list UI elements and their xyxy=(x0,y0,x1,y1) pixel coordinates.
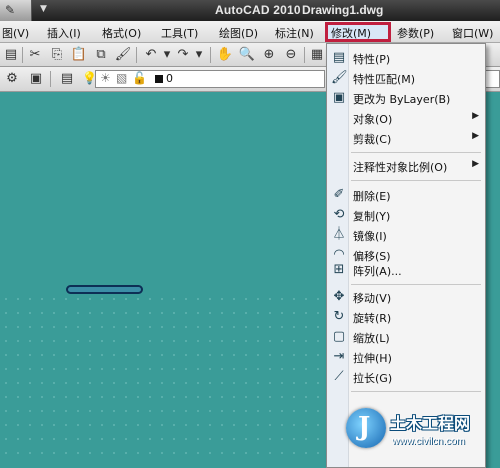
toolbar-divider xyxy=(50,71,51,87)
menu-separator xyxy=(351,284,481,285)
menu-item-clip[interactable]: 剪裁(C) ▶ xyxy=(327,128,485,148)
erase-icon: ✐ xyxy=(333,187,345,202)
menu-draw[interactable]: 绘图(D) xyxy=(219,25,258,41)
menu-item-annotative-scale[interactable]: 注释性对象比例(O) ▶ xyxy=(327,156,485,176)
quick-access-dropdown-icon[interactable]: ▼ xyxy=(40,4,47,14)
cut-icon[interactable]: ✂ xyxy=(26,46,44,64)
menu-item-object[interactable]: 对象(O) ▶ xyxy=(327,108,485,128)
menu-separator xyxy=(351,180,481,181)
menu-item-stretch[interactable]: ⇥ 拉伸(H) xyxy=(327,347,485,367)
document-name: Drawing1.dwg xyxy=(302,3,384,17)
menu-tools[interactable]: 工具(T) xyxy=(161,25,198,41)
menu-item-label: 对象(O) xyxy=(353,113,393,126)
bylayer-icon: ▣ xyxy=(332,90,346,105)
title-bar: ✎ ▼ AutoCAD 2010 Drawing1.dwg xyxy=(0,0,500,21)
toolbar-divider xyxy=(22,47,23,63)
toolbar-divider xyxy=(136,47,137,63)
menu-item-erase[interactable]: ✐ 删除(E) xyxy=(327,185,485,205)
menu-window[interactable]: 窗口(W) xyxy=(452,25,493,41)
submenu-arrow-icon: ▶ xyxy=(472,131,479,141)
scale-icon: ▢ xyxy=(332,329,346,344)
menu-format[interactable]: 格式(O) xyxy=(102,25,141,41)
app-title: AutoCAD 2010 xyxy=(215,3,301,17)
menu-item-label: 剪裁(C) xyxy=(353,133,392,146)
menu-item-label: 缩放(L) xyxy=(353,332,390,345)
menu-view[interactable]: 图(V) xyxy=(2,25,29,41)
move-icon: ✥ xyxy=(333,289,345,304)
menu-item-label: 更改为 ByLayer(B) xyxy=(353,93,451,106)
redo-dropdown-icon[interactable]: ▾ xyxy=(190,46,208,64)
menu-item-label: 特性(P) xyxy=(353,53,391,66)
layer-name: 0 xyxy=(166,72,173,85)
menu-insert[interactable]: 插入(I) xyxy=(47,25,81,41)
menu-item-label: 镜像(I) xyxy=(353,230,387,243)
paste-icon[interactable]: 📋 xyxy=(70,46,88,64)
menu-item-label: 阵列(A)... xyxy=(353,265,402,278)
menu-item-label: 特性匹配(M) xyxy=(353,73,416,86)
properties-icon: ▤ xyxy=(332,50,346,65)
menu-item-label: 拉长(G) xyxy=(353,372,393,385)
menu-item-copy[interactable]: ⟲ 复制(Y) xyxy=(327,205,485,225)
zoom-window-icon[interactable]: ⊕ xyxy=(260,46,278,64)
menu-item-label: 注释性对象比例(O) xyxy=(353,161,448,174)
menu-item-move[interactable]: ✥ 移动(V) xyxy=(327,287,485,307)
watermark-name: 土木工程网 xyxy=(390,414,471,433)
menu-item-scale[interactable]: ▢ 缩放(L) xyxy=(327,327,485,347)
mirror-icon: ⏃ xyxy=(332,227,346,242)
viewport-freeze-icon: ▧ xyxy=(116,71,128,85)
submenu-arrow-icon: ▶ xyxy=(472,111,479,121)
menu-parametric[interactable]: 参数(P) xyxy=(397,25,434,41)
menu-item-label: 复制(Y) xyxy=(353,210,391,223)
menu-item-array[interactable]: ⊞ 阵列(A)... xyxy=(327,260,485,280)
rotate-icon: ↻ xyxy=(333,309,345,324)
menu-separator xyxy=(351,152,481,153)
menu-item-label: 旋转(R) xyxy=(353,312,392,325)
menu-separator xyxy=(351,391,481,392)
menu-item-change-to-bylayer[interactable]: ▣ 更改为 ByLayer(B) xyxy=(327,88,485,108)
copy-icon: ⟲ xyxy=(333,207,345,222)
lock-icon: 🔓 xyxy=(132,71,147,85)
layer-previous-icon[interactable]: ▤ xyxy=(58,70,76,88)
menu-item-properties[interactable]: ▤ 特性(P) xyxy=(327,48,485,68)
lengthen-icon: ⟋ xyxy=(334,369,344,384)
watermark-url: www.civilcn.com xyxy=(392,436,465,447)
menu-modify[interactable]: 修改(M) xyxy=(331,25,371,41)
pan-icon[interactable]: ✋ xyxy=(216,46,234,64)
properties-toolbar-icon[interactable]: ▦ xyxy=(308,46,326,64)
layer-manager-icon[interactable]: ⚙ xyxy=(3,70,21,88)
application-menu-button[interactable]: ✎ xyxy=(0,0,32,21)
freeze-sun-icon: ☀ xyxy=(100,71,111,85)
menu-dimension[interactable]: 标注(N) xyxy=(275,25,314,41)
menu-item-label: 移动(V) xyxy=(353,292,392,305)
watermark-logo: J 土木工程网 www.civilcn.com xyxy=(346,404,498,464)
array-icon: ⊞ xyxy=(333,262,345,277)
drawn-rounded-rectangle[interactable] xyxy=(66,285,143,294)
match-properties-icon: 🖌 xyxy=(331,70,348,85)
layer-dropdown[interactable]: 💡 ☀ ▧ 🔓 0 xyxy=(82,70,325,88)
toolbar-divider xyxy=(210,47,211,63)
submenu-arrow-icon: ▶ xyxy=(472,159,479,169)
menu-item-rotate[interactable]: ↻ 旋转(R) xyxy=(327,307,485,327)
zoom-realtime-icon[interactable]: 🔍 xyxy=(238,46,256,64)
menu-bar: 图(V) 插入(I) 格式(O) 工具(T) 绘图(D) 标注(N) 修改(M)… xyxy=(0,21,500,43)
match-brush-icon[interactable]: 🖌 xyxy=(114,46,132,64)
layer-color-swatch xyxy=(155,75,163,83)
zoom-previous-icon[interactable]: ⊖ xyxy=(282,46,300,64)
toolbar-divider xyxy=(304,47,305,63)
copy-clip-icon[interactable]: ⎘ xyxy=(48,46,66,64)
layer-state-icon[interactable]: ▣ xyxy=(27,70,45,88)
menu-item-label: 拉伸(H) xyxy=(353,352,392,365)
stretch-icon: ⇥ xyxy=(333,349,345,364)
menu-item-lengthen[interactable]: ⟋ 拉长(G) xyxy=(327,367,485,387)
paste-block-icon[interactable]: ⧉ xyxy=(92,46,110,64)
grid-dots xyxy=(0,292,330,462)
application-icon: ✎ xyxy=(5,3,16,17)
menu-item-mirror[interactable]: ⏃ 镜像(I) xyxy=(327,225,485,245)
light-bulb-icon: 💡 xyxy=(82,71,97,85)
menu-item-match-properties[interactable]: 🖌 特性匹配(M) xyxy=(327,68,485,88)
plot-icon[interactable]: ▤ xyxy=(2,46,20,64)
civilcn-logo-icon: J xyxy=(346,408,386,448)
menu-item-label: 删除(E) xyxy=(353,190,391,203)
